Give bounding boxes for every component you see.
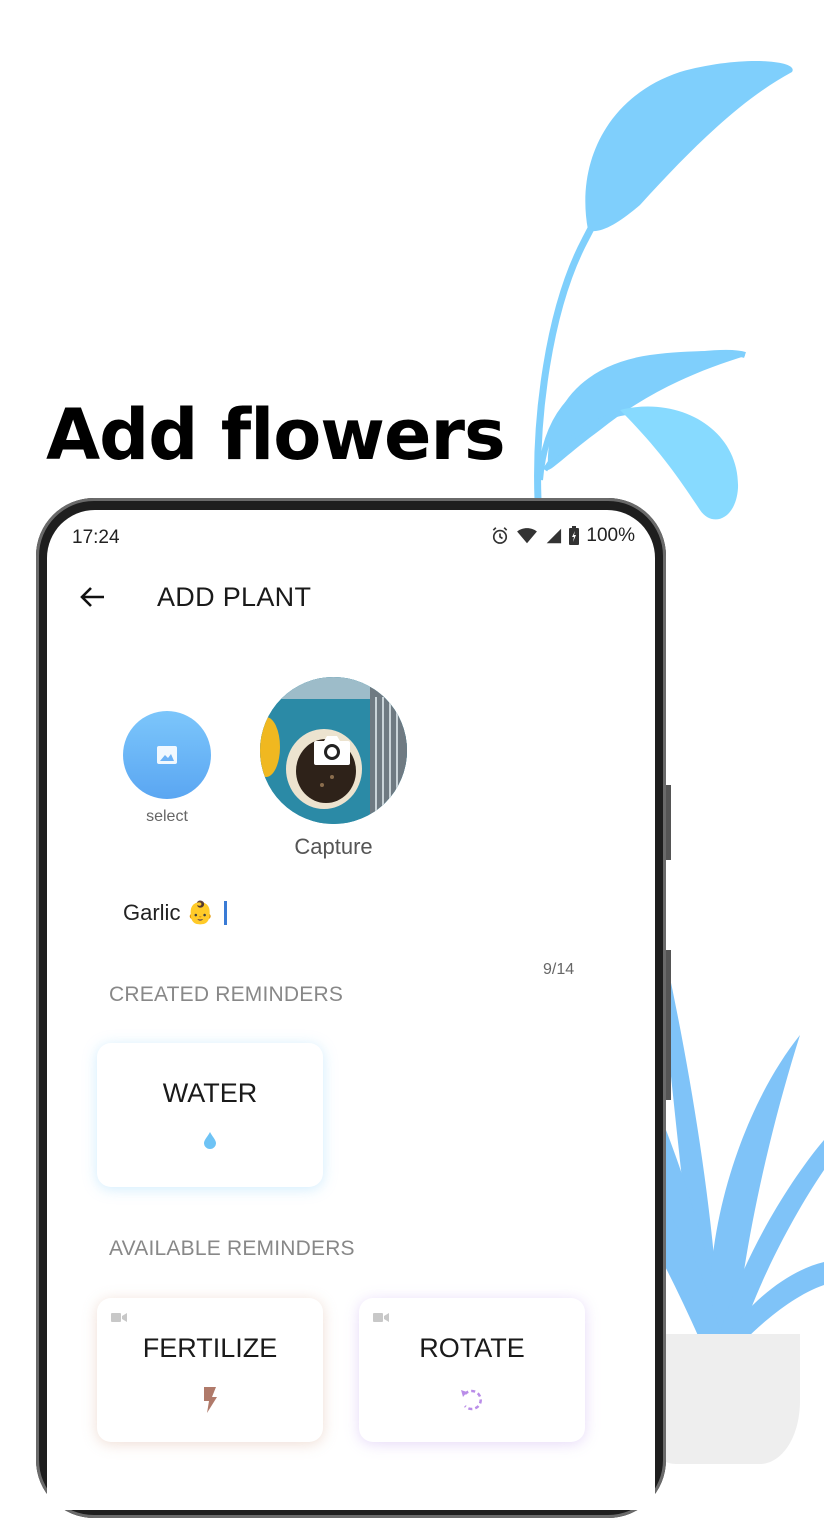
phone-side-button: [666, 950, 671, 1100]
battery-level: 100%: [586, 525, 635, 546]
character-counter: 9/14: [543, 961, 575, 978]
reminder-card-label: ROTATE: [419, 1333, 525, 1363]
select-label: select: [146, 808, 188, 825]
wifi-icon: [517, 528, 538, 544]
reminder-card-label: WATER: [162, 1078, 258, 1108]
available-reminders-heading: AVAILABLE REMINDERS: [109, 1237, 355, 1260]
signal-icon: [547, 528, 562, 544]
capture-photo-button[interactable]: [260, 677, 407, 824]
select-image-button[interactable]: [123, 711, 211, 799]
status-time: 17:24: [72, 527, 120, 548]
app-screen: 17:24 100% ADD PLANT select Capture Garl…: [47, 510, 655, 1510]
created-reminders-heading: CREATED REMINDERS: [109, 983, 344, 1006]
video-icon: [111, 1313, 127, 1322]
plant-name-value: Garlic 👶: [123, 900, 214, 925]
headline: Add flowers: [46, 394, 506, 476]
water-drop-icon: [204, 1132, 216, 1149]
plant-name-input[interactable]: Garlic 👶: [123, 900, 227, 926]
text-cursor: [223, 901, 227, 925]
page-title: ADD PLANT: [157, 582, 312, 612]
alarm-icon: [493, 527, 508, 544]
reminder-card-label: FERTILIZE: [142, 1333, 278, 1363]
phone-side-button: [666, 785, 671, 860]
leaf-middle: [547, 351, 745, 470]
leaf-drop: [620, 406, 739, 520]
back-arrow-icon: [80, 587, 104, 607]
reminder-card-fertilize[interactable]: FERTILIZE: [97, 1298, 323, 1442]
status-icons: 100%: [490, 525, 635, 547]
back-button[interactable]: [73, 577, 113, 617]
image-icon: [157, 746, 177, 764]
reminder-card-water[interactable]: WATER: [97, 1043, 323, 1187]
reminder-card-rotate[interactable]: ROTATE: [359, 1298, 585, 1442]
lightning-icon: [204, 1387, 217, 1413]
capture-label: Capture: [294, 834, 373, 859]
video-icon: [373, 1313, 389, 1322]
app-bar: ADD PLANT: [47, 562, 655, 632]
rotate-icon: [461, 1389, 482, 1411]
status-bar: 17:24 100%: [47, 510, 655, 562]
camera-icon: [314, 736, 350, 765]
leaf-top: [585, 61, 793, 232]
battery-icon: [569, 526, 580, 545]
